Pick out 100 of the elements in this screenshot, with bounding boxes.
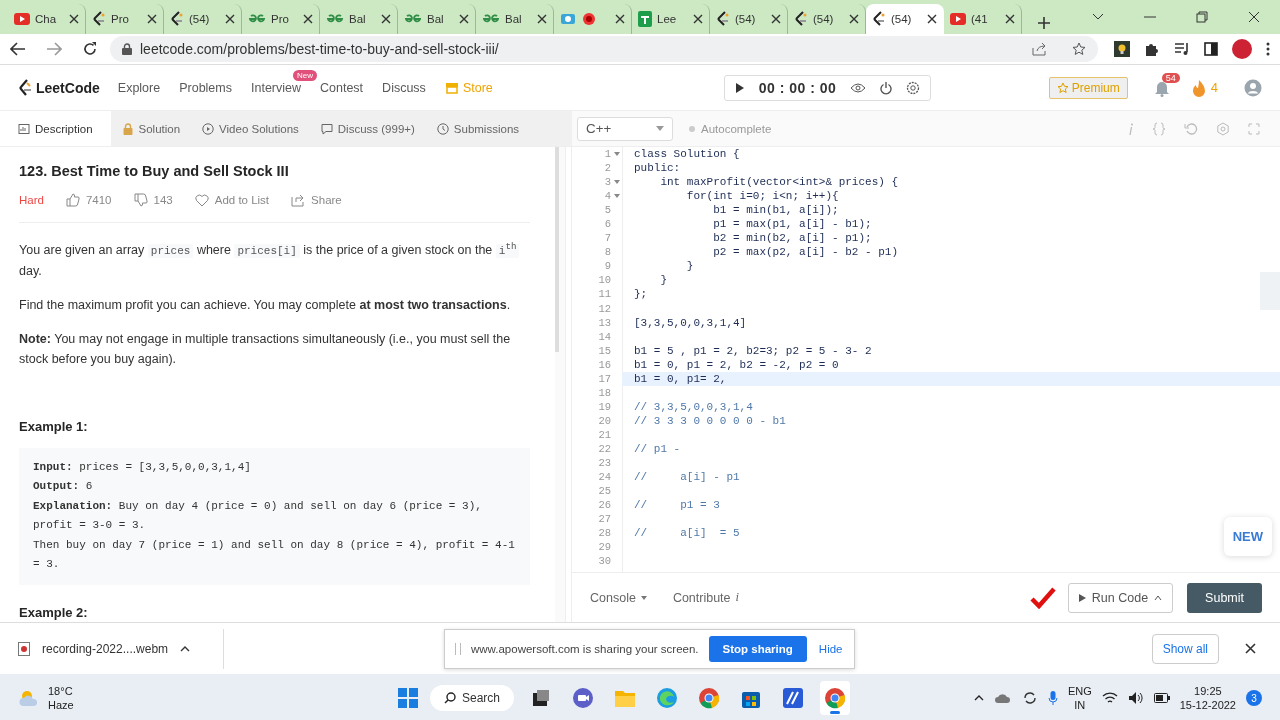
nav-link[interactable]: Problems xyxy=(179,80,232,95)
browser-tab[interactable]: Bal xyxy=(398,4,476,34)
address-bar[interactable]: leetcode.com/problems/best-time-to-buy-and-sell-stock-iii/ xyxy=(110,36,1098,62)
close-icon xyxy=(693,14,703,24)
share-icon xyxy=(1032,42,1048,56)
close-icon xyxy=(615,14,625,24)
code-line: // a[i] - p1 xyxy=(634,470,740,485)
code-line: // p1 = 3 xyxy=(634,498,720,513)
clock-time[interactable]: 19:25 xyxy=(1194,684,1222,698)
example-heading: Example 2: xyxy=(19,604,89,620)
browser-tab[interactable]: Lee xyxy=(632,4,710,34)
nav-link[interactable]: Interview xyxy=(251,80,301,95)
code-line: [3,3,5,0,0,3,1,4] xyxy=(634,315,747,330)
nav-link[interactable]: Contest xyxy=(320,80,364,95)
code-line: p2 = max(p2, a[i] - b2 - p1) xyxy=(712,245,899,260)
add-to-list-link[interactable]: Add to List xyxy=(214,194,270,206)
browser-tab[interactable]: Pro xyxy=(86,4,164,34)
close-icon xyxy=(69,14,79,24)
line-number: 13 xyxy=(598,315,611,330)
browser-tab[interactable]: (54) xyxy=(164,4,242,34)
share-link[interactable]: Share xyxy=(311,194,342,206)
browser-tab[interactable]: (54) xyxy=(866,4,944,34)
clock-date[interactable]: 15-12-2022 xyxy=(1179,698,1236,712)
stop-sharing-button[interactable]: Stop sharing xyxy=(708,635,807,662)
line-number: 1 xyxy=(604,147,611,161)
code-line: int maxProfit(vector<int>& prices) { xyxy=(659,175,899,190)
contribute-button[interactable]: Contribute i xyxy=(672,590,740,605)
avatar-icon[interactable] xyxy=(1232,39,1252,59)
browser-tab[interactable]: Bal xyxy=(476,4,554,34)
download-filename[interactable]: recording-2022....webm xyxy=(42,641,169,656)
problem-tab[interactable]: Submissions xyxy=(425,111,531,146)
lightbulb-icon xyxy=(1114,41,1130,57)
windows-start-icon xyxy=(398,688,418,708)
fold-arrow-icon[interactable] xyxy=(614,194,620,199)
side-panel-icon xyxy=(1204,42,1218,56)
close-icon xyxy=(1005,14,1015,24)
problem-tab[interactable]: Video Solutions xyxy=(191,111,310,146)
double-g-logo-icon xyxy=(404,14,422,24)
flame-icon xyxy=(1191,78,1206,97)
problem-tab[interactable]: Description xyxy=(0,111,111,146)
console-button[interactable]: Console xyxy=(590,590,647,605)
drag-handle-icon[interactable] xyxy=(455,642,461,655)
user-icon xyxy=(1244,78,1262,97)
play-icon xyxy=(734,81,745,94)
submit-button[interactable]: Submit xyxy=(1187,582,1262,613)
notification-badge[interactable]: 3 xyxy=(1246,690,1262,706)
site-logo-text[interactable]: LeetCode xyxy=(36,79,100,96)
window-stack-icon xyxy=(531,688,552,708)
nav-link[interactable]: Explore xyxy=(117,80,161,95)
browser-tab[interactable]: (54) xyxy=(710,4,788,34)
browser-tab[interactable]: Cha xyxy=(8,4,86,34)
chrome-logo-icon xyxy=(698,687,721,709)
language-dropdown[interactable]: C++ xyxy=(577,116,673,141)
show-all-button[interactable]: Show all xyxy=(1151,633,1219,664)
problem-tab[interactable]: Solution xyxy=(110,111,192,146)
fold-arrow-icon[interactable] xyxy=(614,180,620,185)
new-feature-button[interactable]: NEW xyxy=(1223,517,1272,556)
code-line: } xyxy=(659,273,667,288)
close-icon xyxy=(849,14,859,24)
code-line: // 3 3 3 0 0 0 0 0 - b1 xyxy=(634,413,786,428)
language-text[interactable]: ENG xyxy=(1067,684,1092,698)
like-count[interactable]: 7410 xyxy=(85,194,112,206)
code-line: b1 = 0, p1 = 2, b2 = -2, p2 = 0 xyxy=(634,357,839,372)
close-icon xyxy=(927,14,937,24)
sheet-logo-icon xyxy=(638,11,652,27)
problem-tab[interactable]: Discuss (999+) xyxy=(309,111,426,146)
line-number: 3 xyxy=(604,175,611,190)
close-icon xyxy=(537,14,547,24)
code-line: b1 = min(b1, a[i]); xyxy=(712,203,839,218)
close-icon xyxy=(1245,643,1256,654)
panel-resize-handle[interactable] xyxy=(565,147,572,622)
line-number: 30 xyxy=(598,554,611,569)
code-line: b1 = 5 , p1 = 2, b2=3; p2 = 5 - 3- 2 xyxy=(634,343,872,358)
region-text[interactable]: IN xyxy=(1074,698,1086,712)
code-line: b2 = min(b2, a[i] - p1); xyxy=(712,231,872,246)
lock-icon xyxy=(121,122,134,135)
nav-link[interactable]: Discuss xyxy=(382,80,426,95)
browser-tab[interactable]: Bal xyxy=(320,4,398,34)
star-icon xyxy=(1072,42,1086,56)
forward-arrow-icon xyxy=(46,42,62,56)
chrome-logo-icon xyxy=(824,687,847,709)
run-code-button[interactable]: Run Code xyxy=(1067,582,1174,613)
line-number: 25 xyxy=(598,484,611,499)
playlist-icon xyxy=(1174,42,1190,56)
code-line: // p1 - xyxy=(634,442,681,457)
browser-tab[interactable]: Pro xyxy=(242,4,320,34)
line-number: 26 xyxy=(598,498,611,513)
line-number: 12 xyxy=(598,301,611,316)
notification-count: 54 xyxy=(1161,72,1180,83)
settings-icon xyxy=(906,80,921,95)
bracket-logo-icon xyxy=(170,11,184,27)
hide-button[interactable]: Hide xyxy=(816,642,845,655)
puzzle-icon xyxy=(1144,41,1160,57)
fold-arrow-icon[interactable] xyxy=(614,152,620,156)
thumbs-up-icon xyxy=(65,193,80,207)
play-circle-icon xyxy=(202,122,215,135)
dislike-count[interactable]: 143 xyxy=(153,194,173,206)
taskbar-search[interactable]: Search xyxy=(430,685,515,711)
browser-tab[interactable]: (41 xyxy=(944,4,1022,34)
dot-icon xyxy=(689,125,695,132)
